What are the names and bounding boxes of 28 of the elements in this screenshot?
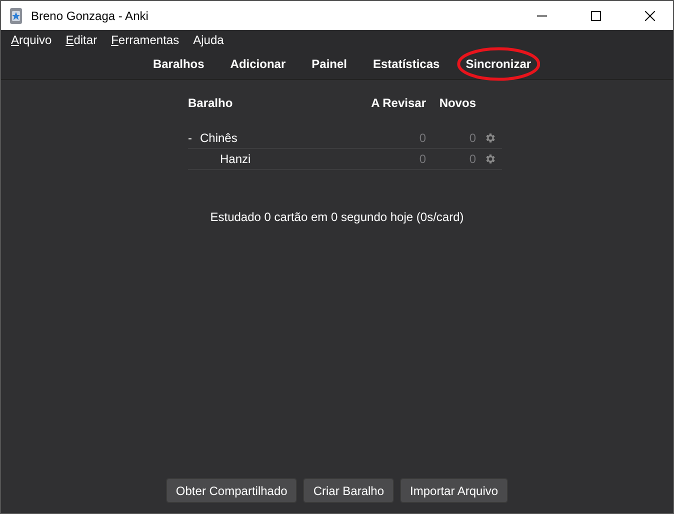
due-count: 0 <box>418 131 426 145</box>
toolbar-link[interactable]: Painel <box>312 57 347 71</box>
deck-name[interactable]: Hanzi <box>220 152 251 166</box>
toolbar-link[interactable]: Baralhos <box>152 57 204 71</box>
study-stats: Estudado 0 cartão em 0 segundo hoje (0s/card) <box>210 210 464 224</box>
app-icon <box>9 8 23 24</box>
action-button[interactable]: Criar Baralho <box>303 478 394 503</box>
new-count: 0 <box>468 152 476 166</box>
due-count: 0 <box>418 152 426 166</box>
deck-name[interactable]: Chinês <box>200 131 238 145</box>
new-count: 0 <box>468 131 476 145</box>
toolbar-link[interactable]: Adicionar <box>230 57 286 71</box>
window-title: Breno Gonzaga - Anki <box>31 8 150 22</box>
menu-item[interactable]: Editar <box>66 32 98 46</box>
collapse-toggle[interactable]: - <box>188 131 192 145</box>
toolbar-link[interactable]: Estatísticas <box>373 57 440 71</box>
maximize-icon[interactable] <box>591 10 601 20</box>
gear-icon[interactable] <box>484 132 496 144</box>
action-button[interactable]: Importar Arquivo <box>400 478 508 503</box>
column-header: A Revisar <box>370 96 426 110</box>
menu-item[interactable]: Ferramentas <box>111 32 180 46</box>
menu-item[interactable]: Ajuda <box>193 32 224 46</box>
column-header: Baralho <box>188 96 234 110</box>
menu-item[interactable]: Arquivo <box>11 32 52 46</box>
column-header: Novos <box>438 96 476 110</box>
gear-icon[interactable] <box>484 153 496 165</box>
close-icon[interactable] <box>645 10 655 20</box>
action-button[interactable]: Obter Compartilhado <box>166 478 298 503</box>
